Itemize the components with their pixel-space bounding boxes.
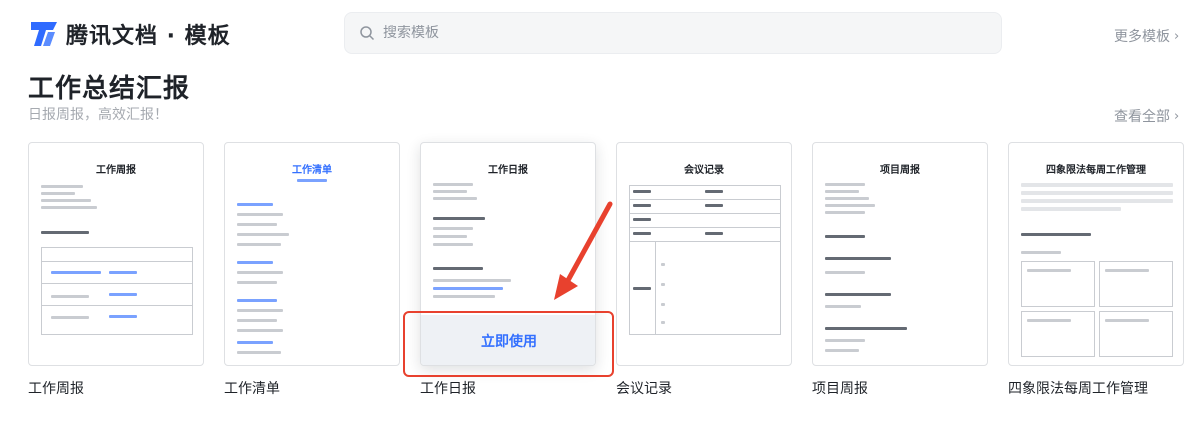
highlight-annotation bbox=[403, 311, 614, 377]
chevron-right-icon: › bbox=[1174, 108, 1180, 124]
annotation-arrow-icon bbox=[554, 201, 613, 300]
template-thumbnail[interactable]: 工作清单 bbox=[224, 142, 400, 366]
chevron-right-icon: › bbox=[1174, 28, 1180, 44]
search-bar[interactable] bbox=[344, 12, 1002, 54]
tencent-docs-logo-icon bbox=[31, 22, 57, 46]
template-card-meeting-notes[interactable]: 会议记录 会议记录 bbox=[616, 142, 792, 398]
card-label[interactable]: 工作周报 bbox=[28, 378, 204, 398]
template-card-project-weekly[interactable]: 项目周报 项目周报 bbox=[812, 142, 988, 398]
view-all-link[interactable]: 查看全部 › bbox=[1114, 106, 1179, 126]
template-card-four-quadrant[interactable]: 四象限法每周工作管理 四象限法每周工作管理 bbox=[1008, 142, 1184, 398]
thumbnail-title: 会议记录 bbox=[684, 165, 724, 176]
card-label[interactable]: 工作清单 bbox=[224, 378, 400, 398]
thumbnail-title: 工作清单 bbox=[292, 165, 332, 176]
logo[interactable]: 腾讯文档 · 模板 bbox=[28, 18, 231, 50]
logo-text: 腾讯文档 · 模板 bbox=[66, 24, 231, 49]
more-templates-label: 更多模板 bbox=[1114, 29, 1170, 45]
template-card-weekly-report[interactable]: 工作周报 工作周报 bbox=[28, 142, 204, 398]
card-label[interactable]: 工作日报 bbox=[420, 378, 596, 398]
card-label[interactable]: 项目周报 bbox=[812, 378, 988, 398]
search-icon bbox=[360, 26, 375, 41]
template-thumbnail[interactable]: 会议记录 bbox=[616, 142, 792, 366]
template-thumbnail[interactable]: 项目周报 bbox=[812, 142, 988, 366]
section-subtitle: 日报周报，高效汇报！ bbox=[28, 107, 168, 123]
top-bar: 腾讯文档 · 模板 更多模板 › bbox=[0, 0, 1200, 68]
search-input[interactable] bbox=[383, 25, 943, 41]
template-thumbnail[interactable]: 四象限法每周工作管理 bbox=[1008, 142, 1184, 366]
thumbnail-title: 工作日报 bbox=[488, 165, 528, 176]
card-label[interactable]: 会议记录 bbox=[616, 378, 792, 398]
thumbnail-title: 项目周报 bbox=[880, 165, 920, 176]
section-title: 工作总结汇报 bbox=[28, 74, 191, 104]
template-thumbnail[interactable]: 工作周报 bbox=[28, 142, 204, 366]
thumbnail-title: 四象限法每周工作管理 bbox=[1046, 165, 1146, 176]
thumbnail-title: 工作周报 bbox=[96, 165, 136, 176]
more-templates-link[interactable]: 更多模板 › bbox=[1114, 26, 1179, 46]
card-label[interactable]: 四象限法每周工作管理 bbox=[1008, 378, 1184, 398]
template-card-work-checklist[interactable]: 工作清单 工作清单 bbox=[224, 142, 400, 398]
view-all-label: 查看全部 bbox=[1114, 109, 1170, 125]
